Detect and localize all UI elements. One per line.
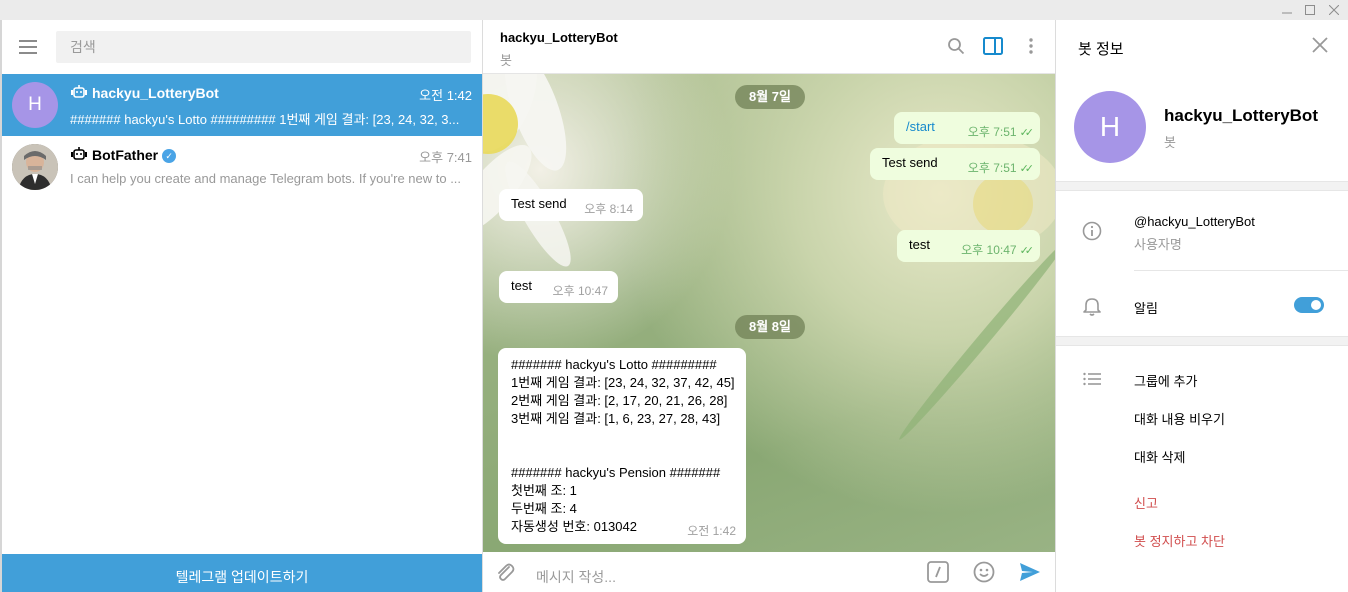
chat-name-text: BotFather [92, 147, 159, 163]
lotto-line: ####### hackyu's Pension ####### [511, 465, 721, 480]
double-check-icon: ✓✓ [1019, 127, 1035, 139]
chat-subtitle: 봇 [500, 53, 512, 68]
bot-command-icon[interactable] [927, 561, 949, 583]
search-icon[interactable] [945, 35, 967, 57]
message-time: 오후 10:47 ✓✓ [961, 241, 1035, 258]
time-text: 오후 7:51 [967, 125, 1017, 139]
attach-icon[interactable] [494, 561, 516, 583]
bot-info-panel: 봇 정보 H hackyu_LotteryBot 봇 @hackyu_Lotte… [1055, 20, 1348, 592]
message-bubble-outgoing[interactable]: Test send 오후 7:51 ✓✓ [870, 148, 1040, 180]
maximize-icon [1305, 5, 1315, 15]
message-text: test [511, 278, 532, 293]
section-divider [1056, 336, 1348, 346]
lotto-line [511, 428, 733, 446]
section-divider [1056, 181, 1348, 191]
chat-name: BotFather ✓ [92, 147, 177, 163]
panel-title: 봇 정보 [1078, 41, 1124, 58]
hamburger-menu-icon[interactable] [19, 40, 39, 54]
lotto-line: 첫번째 조: 1 [511, 483, 577, 498]
info-icon [1082, 221, 1102, 241]
lotto-line [511, 446, 733, 464]
message-bubble-incoming[interactable]: Test send 오후 8:14 [499, 189, 643, 221]
date-separator: 8월 8일 [735, 315, 805, 339]
message-time: 오후 7:51 ✓✓ [967, 123, 1035, 140]
clear-history-button[interactable]: 대화 내용 비우기 [1134, 409, 1225, 428]
notifications-toggle[interactable] [1294, 297, 1324, 313]
time-text: 오후 7:51 [967, 161, 1017, 175]
search-input[interactable]: 검색 [56, 31, 471, 63]
message-bubble-outgoing[interactable]: test 오후 10:47 ✓✓ [897, 230, 1040, 262]
list-icon [1082, 369, 1102, 389]
lotto-line: 1번째 게임 결과: [23, 24, 32, 37, 42, 45] [511, 375, 735, 390]
message-time: 오전 1:42 [687, 524, 736, 538]
lotto-line: 3번째 게임 결과: [1, 6, 23, 27, 28, 43] [511, 411, 721, 426]
message-text: Test send [882, 155, 938, 170]
title-bar [0, 0, 1348, 20]
chat-preview: ####### hackyu's Lotto ######### 1번째 게임 … [70, 112, 460, 127]
double-check-icon: ✓✓ [1019, 245, 1035, 257]
avatar: H [12, 82, 58, 128]
bell-icon [1082, 296, 1102, 316]
minimize-button[interactable] [1275, 0, 1299, 20]
avatar[interactable]: H [1074, 91, 1146, 163]
notifications-label: 알림 [1134, 301, 1158, 316]
username-value[interactable]: @hackyu_LotteryBot [1134, 214, 1255, 229]
sidebar-toggle-icon[interactable] [982, 35, 1004, 57]
lotto-line: ####### hackyu's Lotto ######### [511, 357, 717, 372]
row-divider [1134, 270, 1348, 271]
verified-badge-icon: ✓ [162, 149, 177, 163]
message-time: 오후 10:47 [552, 284, 608, 298]
message-bubble-incoming-lotto[interactable]: ####### hackyu's Lotto ######### 1번째 게임 … [498, 348, 746, 544]
message-text[interactable]: /start [906, 119, 935, 134]
message-bubble-outgoing[interactable]: /start 오후 7:51 ✓✓ [894, 112, 1040, 144]
message-bubble-incoming[interactable]: test 오후 10:47 [499, 271, 618, 303]
minimize-icon [1282, 12, 1292, 14]
chat-item-botfather[interactable]: BotFather ✓ 오후 7:41 I can help you create… [2, 136, 482, 198]
message-text: Test send [511, 196, 567, 211]
lotto-line: 2번째 게임 결과: [2, 17, 20, 21, 26, 28] [511, 393, 728, 408]
message-time: 오후 8:14 [584, 202, 633, 216]
bot-icon [71, 147, 87, 164]
message-time: 오후 7:51 ✓✓ [967, 159, 1035, 176]
message-input[interactable]: 메시지 작성... [536, 567, 616, 587]
chat-preview: I can help you create and manage Telegra… [70, 171, 462, 186]
close-panel-icon[interactable] [1312, 37, 1330, 55]
close-window-button[interactable] [1322, 0, 1346, 20]
emoji-icon[interactable] [973, 561, 995, 583]
lotto-line: 두번째 조: 4 [511, 501, 577, 516]
telegram-window: 검색 H hackyu_LotteryBot 오전 1:42 ####### h… [0, 0, 1348, 592]
message-history[interactable]: 8월 7일 /start 오후 7:51 ✓✓ Test send 오후 7:51… [483, 74, 1055, 552]
send-icon[interactable] [1019, 561, 1041, 583]
more-menu-icon[interactable] [1020, 35, 1042, 57]
chat-time: 오후 7:41 [419, 150, 472, 165]
chat-title[interactable]: hackyu_LotteryBot [500, 30, 618, 45]
add-to-group-button[interactable]: 그룹에 추가 [1134, 371, 1197, 390]
chat-name: hackyu_LotteryBot [92, 85, 219, 101]
avatar [12, 144, 58, 190]
username-label: 사용자명 [1134, 237, 1182, 252]
botfather-avatar-icon [12, 144, 58, 190]
delete-chat-button[interactable]: 대화 삭제 [1134, 447, 1185, 466]
maximize-button[interactable] [1298, 0, 1322, 20]
chat-item-hackyu-lotterybot[interactable]: H hackyu_LotteryBot 오전 1:42 ####### hack… [2, 74, 482, 136]
message-composer: 메시지 작성... [483, 552, 1055, 592]
bot-name: hackyu_LotteryBot [1164, 106, 1318, 125]
double-check-icon: ✓✓ [1019, 163, 1035, 175]
update-telegram-button[interactable]: 텔레그램 업데이트하기 [2, 554, 482, 592]
chat-panel: hackyu_LotteryBot 봇 8월 7일 /start 오후 7:51… [482, 20, 1055, 592]
date-separator: 8월 7일 [735, 85, 805, 109]
chat-list-panel: 검색 H hackyu_LotteryBot 오전 1:42 ####### h… [0, 20, 482, 592]
report-button[interactable]: 신고 [1134, 493, 1158, 512]
message-text: test [909, 237, 930, 252]
stop-and-block-button[interactable]: 봇 정지하고 차단 [1134, 531, 1225, 550]
chat-time: 오전 1:42 [419, 88, 472, 103]
time-text: 오후 10:47 [961, 243, 1017, 257]
close-icon [1329, 5, 1339, 15]
bot-icon [71, 85, 87, 102]
chat-header: hackyu_LotteryBot 봇 [483, 20, 1055, 74]
bot-subtitle: 봇 [1164, 135, 1176, 150]
